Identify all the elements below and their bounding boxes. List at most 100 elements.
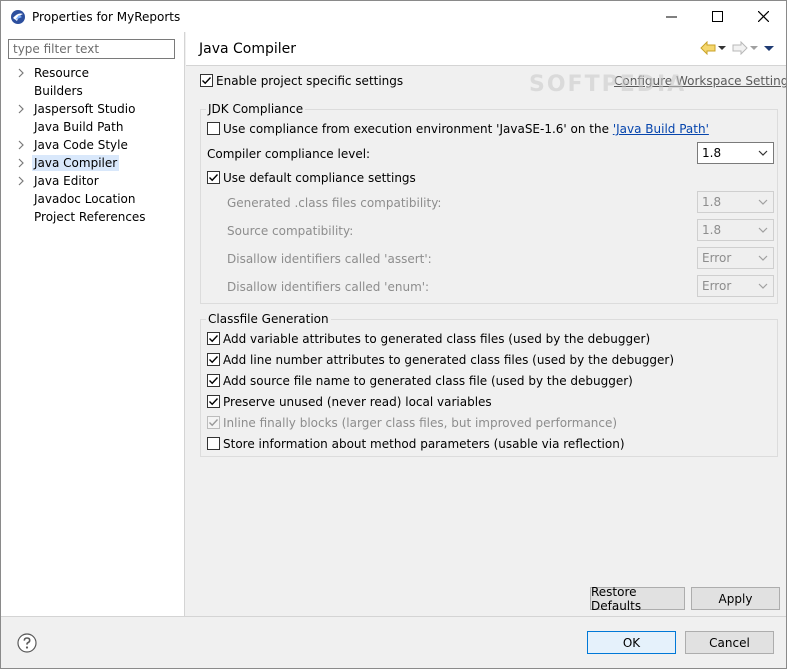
add-variable-attributes-checkbox[interactable] <box>207 332 220 345</box>
checkmark-icon <box>209 377 219 385</box>
disallow-enum-select[interactable]: Error <box>697 275 774 297</box>
eclipse-app-icon <box>11 9 25 24</box>
view-menu-chevron-down-icon[interactable] <box>762 41 776 55</box>
jdk-compliance-title: JDK Compliance <box>206 102 306 116</box>
tree-item-java-build-path[interactable]: Java Build Path <box>1 118 185 136</box>
add-line-number-attributes-label[interactable]: Add line number attributes to generated … <box>223 353 674 367</box>
tree-item-javadoc-location[interactable]: Javadoc Location <box>1 190 185 208</box>
chevron-down-icon <box>758 150 768 156</box>
help-icon[interactable] <box>17 633 37 653</box>
tree-item-jaspersoft-studio[interactable]: Jaspersoft Studio <box>1 100 185 118</box>
apply-button[interactable]: Apply <box>691 587 780 610</box>
expand-arrow-icon[interactable] <box>16 158 26 168</box>
tree-item-java-editor[interactable]: Java Editor <box>1 172 185 190</box>
add-source-file-name-checkbox[interactable] <box>207 374 220 387</box>
chevron-down-icon <box>758 227 768 233</box>
tree-item-label: Resource <box>34 66 90 80</box>
expand-arrow-icon[interactable] <box>16 104 26 114</box>
source-compat-select[interactable]: 1.8 <box>697 219 774 241</box>
minimize-icon <box>665 16 677 18</box>
disallow-enum-label: Disallow identifiers called 'enum': <box>227 280 430 294</box>
preserve-unused-locals-checkbox[interactable] <box>207 395 220 408</box>
classfile-generation-title: Classfile Generation <box>206 312 331 326</box>
generated-class-compat-select[interactable]: 1.8 <box>697 191 774 213</box>
compliance-level-value: 1.8 <box>702 146 722 160</box>
use-env-compliance-text: Use compliance from execution environmen… <box>223 122 613 136</box>
disallow-assert-select[interactable]: Error <box>697 247 774 269</box>
store-method-parameters-checkbox[interactable] <box>207 437 220 450</box>
tree-item-label: Java Code Style <box>34 138 128 152</box>
maximize-button[interactable] <box>694 1 740 32</box>
checkmark-icon <box>209 419 219 427</box>
checkmark-icon <box>209 335 219 343</box>
generated-class-compat-label: Generated .class files compatibility: <box>227 196 442 210</box>
tree-item-label: Java Compiler <box>32 155 120 171</box>
generated-class-compat-value: 1.8 <box>702 195 722 209</box>
tree-item-label: Jaspersoft Studio <box>34 102 136 116</box>
expand-arrow-icon[interactable] <box>16 176 26 186</box>
tree-item-java-code-style[interactable]: Java Code Style <box>1 136 185 154</box>
add-source-file-name-label[interactable]: Add source file name to generated class … <box>223 374 633 388</box>
tree-item-java-compiler[interactable]: Java Compiler <box>1 154 185 172</box>
expand-arrow-icon[interactable] <box>16 68 26 78</box>
ok-button[interactable]: OK <box>587 631 676 654</box>
disallow-assert-value: Error <box>702 251 732 265</box>
java-build-path-link[interactable]: 'Java Build Path' <box>613 122 709 136</box>
page-header: Java Compiler <box>186 32 786 66</box>
chevron-down-icon <box>758 255 768 261</box>
filter-input[interactable] <box>8 39 175 59</box>
inline-finally-checkbox[interactable] <box>207 416 220 429</box>
left-navigation-pane: Resource Builders Jaspersoft Studio Java… <box>1 32 185 616</box>
watermark: SOFTPEDIA <box>529 72 687 97</box>
add-variable-attributes-label[interactable]: Add variable attributes to generated cla… <box>223 332 650 346</box>
add-line-number-attributes-checkbox[interactable] <box>207 353 220 366</box>
checkmark-icon <box>209 398 219 406</box>
close-button[interactable] <box>740 1 786 32</box>
use-env-compliance-label[interactable]: Use compliance from execution environmen… <box>223 122 709 136</box>
title-bar: Properties for MyReports <box>1 1 786 32</box>
checkmark-icon <box>209 174 219 182</box>
tree-item-project-references[interactable]: Project References <box>1 208 185 226</box>
property-tree: Resource Builders Jaspersoft Studio Java… <box>1 64 185 226</box>
restore-defaults-button[interactable]: Restore Defaults <box>590 585 685 613</box>
tree-item-label: Project References <box>34 210 146 224</box>
tree-item-builders[interactable]: Builders <box>1 82 185 100</box>
tree-item-label: Javadoc Location <box>34 192 136 206</box>
use-default-compliance-label[interactable]: Use default compliance settings <box>223 171 416 185</box>
forward-arrow-icon[interactable] <box>732 41 748 55</box>
back-arrow-icon[interactable] <box>700 41 716 55</box>
properties-dialog: Properties for MyReports Resource Builde… <box>0 0 787 669</box>
chevron-down-icon <box>758 199 768 205</box>
tree-item-label: Java Editor <box>34 174 99 188</box>
tree-item-label: Builders <box>34 84 83 98</box>
tree-item-label: Java Build Path <box>34 120 124 134</box>
expand-arrow-icon[interactable] <box>16 140 26 150</box>
disallow-enum-value: Error <box>702 279 732 293</box>
inline-finally-label: Inline finally blocks (larger class file… <box>223 416 618 430</box>
cancel-button[interactable]: Cancel <box>685 631 774 654</box>
use-env-compliance-checkbox[interactable] <box>207 122 220 135</box>
page-title: Java Compiler <box>199 41 297 57</box>
minimize-button[interactable] <box>648 1 694 32</box>
source-compat-value: 1.8 <box>702 223 722 237</box>
enable-project-specific-checkbox[interactable] <box>200 74 213 87</box>
maximize-icon <box>711 11 723 22</box>
window-title: Properties for MyReports <box>32 9 181 24</box>
enable-project-specific-label[interactable]: Enable project specific settings <box>216 74 403 88</box>
use-default-compliance-checkbox[interactable] <box>207 171 220 184</box>
back-menu-chevron-down-icon[interactable] <box>716 41 728 55</box>
forward-menu-chevron-down-icon[interactable] <box>748 41 760 55</box>
dialog-button-bar: OK Cancel <box>1 616 786 668</box>
source-compat-label: Source compatibility: <box>227 224 354 238</box>
disallow-assert-label: Disallow identifiers called 'assert': <box>227 252 432 266</box>
property-page: Java Compiler Enable project specific se… <box>186 32 786 616</box>
page-navigation <box>700 41 776 55</box>
checkmark-icon <box>202 77 212 85</box>
compliance-level-select[interactable]: 1.8 <box>697 142 774 164</box>
tree-item-resource[interactable]: Resource <box>1 64 185 82</box>
store-method-parameters-label[interactable]: Store information about method parameter… <box>223 437 625 451</box>
chevron-down-icon <box>758 283 768 289</box>
window-controls <box>648 1 786 32</box>
preserve-unused-locals-label[interactable]: Preserve unused (never read) local varia… <box>223 395 492 409</box>
compliance-level-label: Compiler compliance level: <box>207 147 371 161</box>
